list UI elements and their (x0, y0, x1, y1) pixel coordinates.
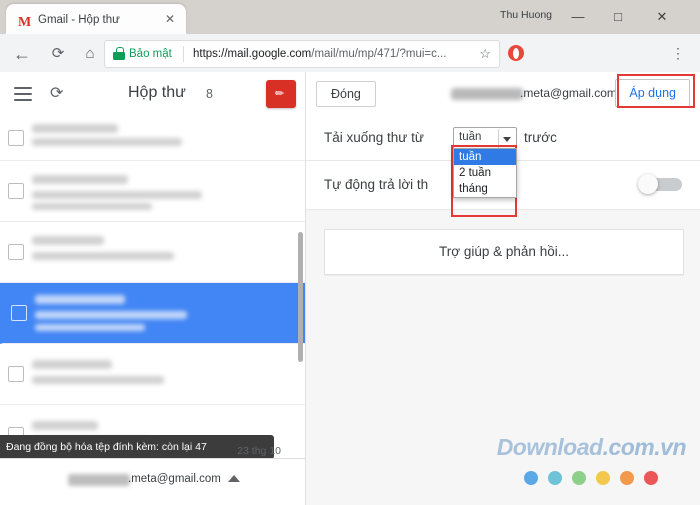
list-item[interactable] (0, 116, 305, 161)
mail-list-pane: ⟳ Hộp thư 8 ✏ Đang đồng bộ hóa tệp đính … (0, 72, 306, 505)
window-minimize-button[interactable]: — (560, 4, 596, 30)
unread-count: 8 (206, 87, 213, 101)
list-item[interactable] (0, 344, 305, 405)
account-email: .meta@gmail.com (128, 473, 221, 485)
sync-status-banner: Đang đồng bộ hóa tệp đính kèm: còn lại 4… (0, 435, 274, 459)
row-checkbox[interactable] (8, 244, 24, 260)
window-maximize-button[interactable]: □ (600, 4, 636, 30)
home-icon[interactable]: ⌂ (80, 44, 100, 64)
profile-name: Thu Huong (500, 9, 552, 21)
browser-toolbar: ← ⟳ ⌂ Bảo mật https://mail.google.com/ma… (0, 34, 700, 73)
download-range-label: Tải xuống thư từ (324, 130, 424, 145)
download-range-dropdown[interactable]: tuần 2 tuần tháng (453, 148, 517, 198)
settings-pane: Đóng .meta@gmail.com Áp dụng Tải xuống t… (306, 72, 700, 505)
dropdown-option-1[interactable]: 2 tuần (454, 165, 516, 181)
url-host: https://mail.google.com (193, 48, 312, 60)
tab-close-icon[interactable]: ✕ (164, 13, 176, 25)
mail-list-scrollbar[interactable] (298, 232, 303, 362)
watermark: Download.com.vn (496, 434, 687, 461)
row-checkbox[interactable] (8, 130, 24, 146)
select-divider (498, 129, 499, 148)
back-icon[interactable]: ← (12, 44, 32, 64)
account-footer[interactable]: .meta@gmail.com (0, 458, 305, 505)
refresh-icon[interactable]: ⟳ (50, 85, 63, 103)
page-title: Hộp thư (128, 84, 186, 101)
row-checkbox[interactable] (8, 366, 24, 382)
dropdown-option-0[interactable]: tuần (454, 149, 516, 165)
watermark-main: Download (496, 434, 603, 460)
account-name-blurred (68, 474, 130, 486)
pencil-icon: ✏ (275, 88, 285, 100)
auto-reply-label: Tự động trả lời th (324, 177, 429, 192)
select-value: tuần (459, 131, 482, 143)
gmail-favicon-icon: M (18, 15, 32, 30)
lock-icon (113, 47, 125, 60)
window-close-button[interactable]: ✕ (644, 4, 680, 30)
reload-icon[interactable]: ⟳ (48, 44, 68, 64)
account-name-blurred (451, 88, 523, 100)
watermark-suffix: .com.vn (602, 434, 687, 460)
browser-tab[interactable]: M Gmail - Hộp thư ✕ (6, 4, 186, 34)
toggle-knob (638, 174, 658, 194)
browser-window: M Gmail - Hộp thư ✕ Thu Huong — □ ✕ ← ⟳ … (0, 0, 700, 505)
apply-button[interactable]: Áp dụng (615, 79, 690, 107)
mail-date: 23 thg 10 (237, 445, 281, 457)
help-feedback-label: Trợ giúp & phản hồi... (439, 244, 569, 259)
auto-reply-toggle[interactable] (638, 174, 682, 194)
bookmark-star-icon[interactable]: ☆ (479, 46, 491, 62)
list-item[interactable] (0, 222, 305, 283)
close-settings-button[interactable]: Đóng (316, 81, 376, 107)
mail-header: ⟳ Hộp thư 8 ✏ (0, 72, 305, 117)
help-feedback-card[interactable]: Trợ giúp & phản hồi... (324, 229, 684, 275)
compose-button[interactable]: ✏ (266, 80, 296, 108)
download-range-suffix: trước (524, 130, 557, 145)
settings-header: Đóng .meta@gmail.com Áp dụng (306, 72, 700, 117)
list-item-selected[interactable] (0, 283, 305, 344)
secure-label: Bảo mật (129, 48, 172, 60)
tab-title: Gmail - Hộp thư (38, 14, 120, 26)
list-item[interactable] (0, 161, 305, 222)
title-bar: M Gmail - Hộp thư ✕ Thu Huong — □ ✕ (0, 0, 700, 34)
download-range-select[interactable]: tuần (453, 127, 517, 150)
chevron-up-icon[interactable] (228, 475, 240, 482)
watermark-dots (524, 471, 684, 487)
page-content: ⟳ Hộp thư 8 ✏ Đang đồng bộ hóa tệp đính … (0, 72, 700, 505)
address-bar[interactable]: Bảo mật https://mail.google.com/mail/mu/… (104, 40, 500, 68)
chevron-down-icon (503, 137, 511, 142)
dropdown-option-2[interactable]: tháng (454, 181, 516, 197)
omnibox-divider (183, 46, 184, 62)
url-path: /mail/mu/mp/471/?mui=c... (311, 48, 447, 60)
settings-account-email: .meta@gmail.com (520, 86, 617, 100)
hamburger-menu-icon[interactable] (14, 87, 32, 101)
browser-menu-icon[interactable]: ⋮ (670, 43, 686, 63)
extension-icon[interactable] (508, 45, 524, 61)
row-checkbox[interactable] (8, 183, 24, 199)
row-checkbox[interactable] (11, 305, 27, 321)
